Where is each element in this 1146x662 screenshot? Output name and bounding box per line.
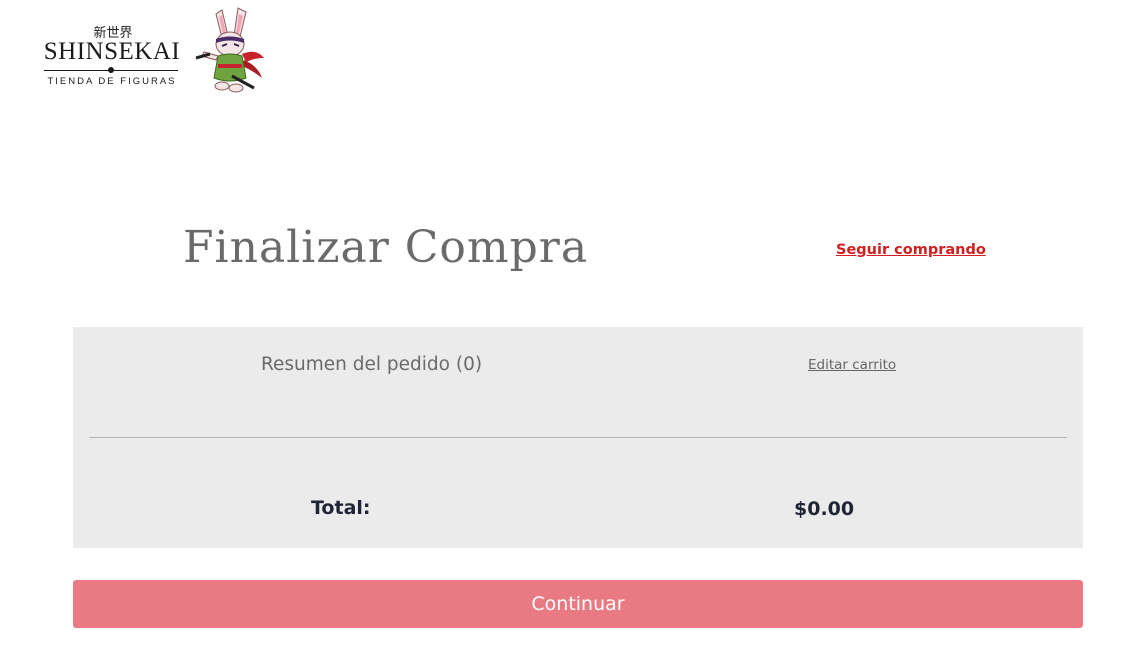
logo-wordmark: SHINSEKAI <box>43 38 181 65</box>
logo-tagline: TIENDA DE FIGURAS <box>47 76 177 87</box>
summary-divider <box>89 437 1067 438</box>
total-label: Total: <box>311 497 371 519</box>
edit-cart-link[interactable]: Editar carrito <box>808 357 896 373</box>
page-title: Finalizar Compra <box>183 222 589 273</box>
continue-shopping-link[interactable]: Seguir comprando <box>836 242 986 258</box>
logo-divider-dot <box>108 67 114 73</box>
order-summary-title: Resumen del pedido (0) <box>261 354 483 375</box>
rabbit-ninja-mascot-icon <box>195 7 264 93</box>
order-summary-panel: Resumen del pedido (0) Editar carrito To… <box>73 327 1083 548</box>
shinsekai-logo[interactable]: 新世界 SHINSEKAI TIENDA DE FIGURAS <box>40 6 270 96</box>
continue-button[interactable]: Continuar <box>73 580 1083 628</box>
total-value: $0.00 <box>794 498 855 520</box>
